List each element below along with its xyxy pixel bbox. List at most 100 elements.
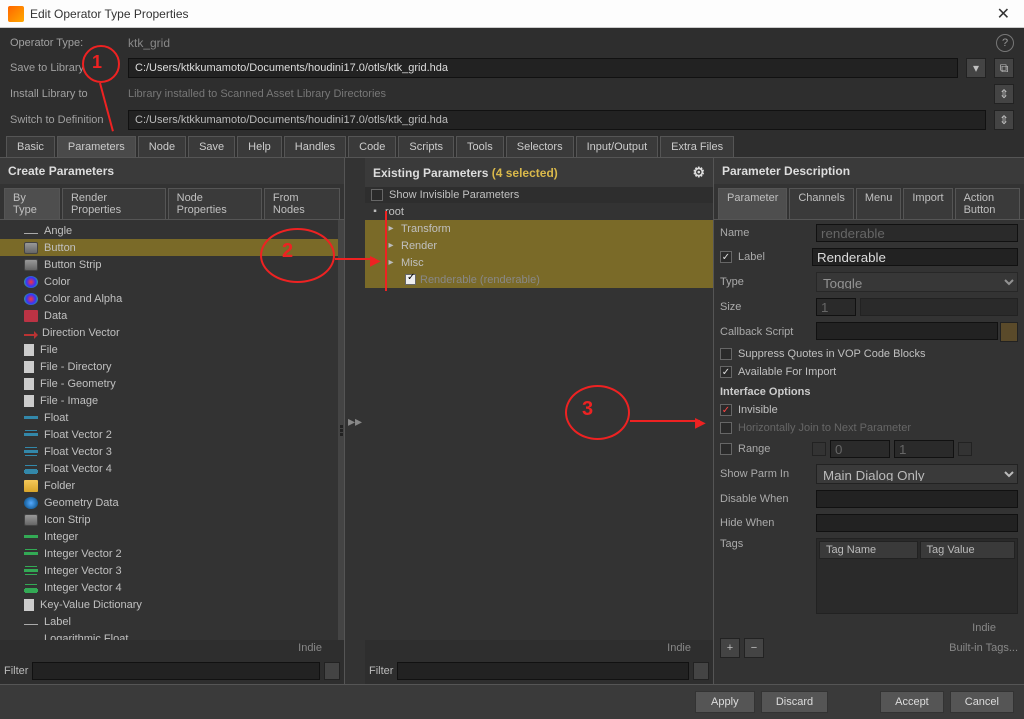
- subtab-actionbutton[interactable]: Action Button: [955, 188, 1020, 219]
- type-item-float-vector-2[interactable]: Float Vector 2: [0, 426, 338, 443]
- show-invisible-checkbox[interactable]: [371, 189, 383, 201]
- type-item-color[interactable]: Color: [0, 273, 338, 290]
- type-item-data[interactable]: Data: [0, 307, 338, 324]
- type-item-float[interactable]: Float: [0, 409, 338, 426]
- subtab-fromnodes[interactable]: From Nodes: [264, 188, 340, 219]
- type-item-integer[interactable]: Integer: [0, 528, 338, 545]
- type-item-file---geometry[interactable]: File - Geometry: [0, 375, 338, 392]
- type-item-key-value-dictionary[interactable]: Key-Value Dictionary: [0, 596, 338, 613]
- expand-icon[interactable]: ▸: [385, 257, 397, 268]
- tab-inputoutput[interactable]: Input/Output: [576, 136, 659, 157]
- subtab-menu[interactable]: Menu: [856, 188, 902, 219]
- tab-help[interactable]: Help: [237, 136, 282, 157]
- existing-tree[interactable]: ▪ root ▸Transform▸Render▸Misc Renderable…: [365, 203, 713, 640]
- type-icon: [24, 310, 38, 322]
- type-item-float-vector-3[interactable]: Float Vector 3: [0, 443, 338, 460]
- discard-button[interactable]: Discard: [761, 691, 828, 713]
- tab-node[interactable]: Node: [138, 136, 186, 157]
- root-node[interactable]: root: [385, 206, 404, 218]
- callback-input[interactable]: [816, 322, 998, 340]
- tab-selectors[interactable]: Selectors: [506, 136, 574, 157]
- folder-transform[interactable]: ▸Transform: [365, 220, 713, 237]
- subtab-bytype[interactable]: By Type: [4, 188, 60, 219]
- filter-input[interactable]: [32, 662, 320, 680]
- gear-icon[interactable]: ⚙: [692, 164, 705, 181]
- type-item-geometry-data[interactable]: Geometry Data: [0, 494, 338, 511]
- grip-handle[interactable]: [338, 220, 344, 640]
- range-label: Range: [738, 443, 812, 455]
- type-item-logarithmic-float[interactable]: Logarithmic Float: [0, 630, 338, 640]
- label-checkbox[interactable]: [720, 251, 732, 263]
- type-item-integer-vector-4[interactable]: Integer Vector 4: [0, 579, 338, 596]
- apply-button[interactable]: Apply: [695, 691, 755, 713]
- tags-table[interactable]: Tag NameTag Value: [816, 538, 1018, 614]
- type-item-file---directory[interactable]: File - Directory: [0, 358, 338, 375]
- titlebar: Edit Operator Type Properties ✕: [0, 0, 1024, 28]
- type-item-file[interactable]: File: [0, 341, 338, 358]
- filter-dropdown[interactable]: [693, 662, 709, 680]
- type-item-icon-strip[interactable]: Icon Strip: [0, 511, 338, 528]
- subtab-parameter[interactable]: Parameter: [718, 188, 787, 219]
- folder-render[interactable]: ▸Render: [365, 237, 713, 254]
- filter-input[interactable]: [397, 662, 689, 680]
- type-item-float-vector-4[interactable]: Float Vector 4: [0, 460, 338, 477]
- indie-watermark: Indie: [720, 620, 1018, 638]
- type-item-integer-vector-3[interactable]: Integer Vector 3: [0, 562, 338, 579]
- help-icon[interactable]: ?: [996, 34, 1014, 52]
- available-checkbox[interactable]: [720, 366, 732, 378]
- switch-dropdown-button[interactable]: ⇕: [994, 110, 1014, 130]
- renderable-param[interactable]: Renderable (renderable): [420, 274, 540, 286]
- folder-misc[interactable]: ▸Misc: [365, 254, 713, 271]
- type-item-integer-vector-2[interactable]: Integer Vector 2: [0, 545, 338, 562]
- hide-when-label: Hide When: [720, 517, 816, 529]
- type-item-color-and-alpha[interactable]: Color and Alpha: [0, 290, 338, 307]
- tab-save[interactable]: Save: [188, 136, 235, 157]
- suppress-checkbox[interactable]: [720, 348, 732, 360]
- tab-scripts[interactable]: Scripts: [398, 136, 454, 157]
- collapse-icon[interactable]: ▪: [369, 206, 381, 217]
- disable-when-input[interactable]: [816, 490, 1018, 508]
- expand-icon[interactable]: ▸: [385, 240, 397, 251]
- subtab-import[interactable]: Import: [903, 188, 952, 219]
- expand-icon[interactable]: ▸: [385, 223, 397, 234]
- tag-add-button[interactable]: +: [720, 638, 740, 658]
- tab-handles[interactable]: Handles: [284, 136, 346, 157]
- type-item-label[interactable]: Label: [0, 613, 338, 630]
- label-input[interactable]: [812, 248, 1018, 266]
- type-item-file---image[interactable]: File - Image: [0, 392, 338, 409]
- range-checkbox: [720, 443, 732, 455]
- tab-parameters[interactable]: Parameters: [57, 136, 136, 157]
- hide-when-input[interactable]: [816, 514, 1018, 532]
- builtin-tags-button[interactable]: Built-in Tags...: [949, 642, 1018, 654]
- cancel-button[interactable]: Cancel: [950, 691, 1014, 713]
- show-parm-select[interactable]: Main Dialog Only: [816, 464, 1018, 484]
- type-icon: [24, 599, 34, 611]
- type-item-folder[interactable]: Folder: [0, 477, 338, 494]
- save-library-path[interactable]: C:/Users/ktkkumamoto/Documents/houdini17…: [128, 58, 958, 78]
- filter-dropdown[interactable]: [324, 662, 340, 680]
- invisible-checkbox[interactable]: [720, 404, 732, 416]
- callback-lang-button[interactable]: [1000, 322, 1018, 342]
- type-item-direction-vector[interactable]: Direction Vector: [0, 324, 338, 341]
- install-dropdown-button[interactable]: ⇕: [994, 84, 1014, 104]
- type-icon: [24, 497, 38, 509]
- tab-extrafiles[interactable]: Extra Files: [660, 136, 734, 157]
- tab-basic[interactable]: Basic: [6, 136, 55, 157]
- close-icon[interactable]: ✕: [991, 4, 1016, 24]
- type-item-angle[interactable]: Angle: [0, 222, 338, 239]
- type-item-button-strip[interactable]: Button Strip: [0, 256, 338, 273]
- tab-tools[interactable]: Tools: [456, 136, 504, 157]
- size-slider: [860, 298, 1018, 316]
- tab-code[interactable]: Code: [348, 136, 396, 157]
- tag-remove-button[interactable]: −: [744, 638, 764, 658]
- save-dropdown-button[interactable]: ▾: [966, 58, 986, 78]
- subtab-channels[interactable]: Channels: [789, 188, 853, 219]
- type-icon: [24, 395, 34, 407]
- accept-button[interactable]: Accept: [880, 691, 944, 713]
- type-tree[interactable]: AngleButtonButton StripColorColor and Al…: [0, 220, 338, 640]
- subtab-renderproperties[interactable]: Render Properties: [62, 188, 166, 219]
- type-item-button[interactable]: Button: [0, 239, 338, 256]
- save-browse-button[interactable]: ⧉: [994, 58, 1014, 78]
- move-right-icon[interactable]: ▸▸: [348, 413, 362, 430]
- subtab-nodeproperties[interactable]: Node Properties: [168, 188, 262, 219]
